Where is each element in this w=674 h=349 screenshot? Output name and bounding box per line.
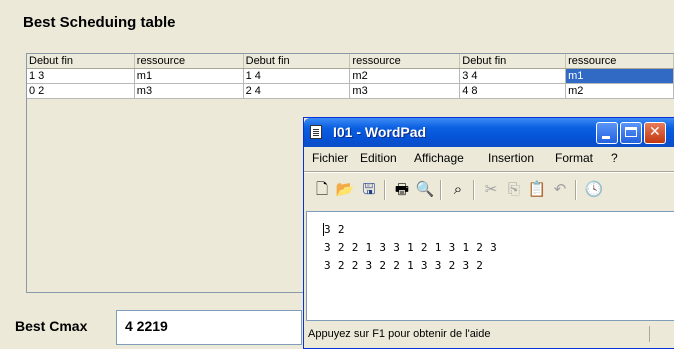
- wordpad-app-icon[interactable]: [310, 125, 322, 139]
- column-header[interactable]: Debut fin: [27, 54, 135, 69]
- toolbar-divider: [473, 180, 475, 200]
- table-cell[interactable]: 2 4: [243, 83, 351, 99]
- table-header-row: Debut fin ressource Debut fin ressource …: [27, 54, 674, 69]
- menu-separator: [304, 171, 674, 173]
- print-icon[interactable]: 🖶: [392, 179, 412, 199]
- wordpad-window[interactable]: I01 - WordPad Fichier Edition Affichage …: [303, 117, 674, 349]
- table-cell[interactable]: m2: [565, 83, 674, 99]
- wordpad-document[interactable]: 3 2 3 2 2 1 3 3 1 2 1 3 1 2 3 3 2 2 3 2 …: [306, 211, 674, 321]
- menu-format[interactable]: Format: [555, 151, 593, 165]
- document-line: 3 2 2 1 3 3 1 2 1 3 1 2 3: [324, 241, 498, 254]
- best-cmax-value: 4 2219: [125, 318, 168, 334]
- column-header[interactable]: Debut fin: [243, 54, 351, 69]
- table-cell[interactable]: m1: [134, 68, 244, 84]
- status-panel: [649, 326, 674, 342]
- menu-insertion[interactable]: Insertion: [488, 151, 534, 165]
- column-header[interactable]: ressource: [134, 54, 244, 69]
- table-cell[interactable]: m2: [349, 68, 461, 84]
- table-cell-selected[interactable]: m1: [565, 68, 674, 84]
- table-cell[interactable]: 3 4: [459, 68, 567, 84]
- copy-icon[interactable]: ⎘: [504, 179, 524, 199]
- wordpad-toolbar: 🗋 📂 🖫 🖶 🔍 ⌕ ✂ ⎘ 📋 ↶ 🕓: [304, 175, 674, 205]
- best-cmax-label: Best Cmax: [15, 318, 88, 334]
- paste-icon[interactable]: 📋: [527, 179, 547, 199]
- toolbar-divider: [440, 180, 442, 200]
- save-icon[interactable]: 🖫: [359, 179, 379, 199]
- page-title: Best Scheduing table: [23, 14, 176, 31]
- menu-edition[interactable]: Edition: [360, 151, 397, 165]
- wordpad-title-bar[interactable]: I01 - WordPad: [304, 118, 674, 147]
- table-row[interactable]: 0 2 m3 2 4 m3 4 8 m2: [27, 83, 674, 99]
- maximize-button[interactable]: [620, 122, 642, 144]
- wordpad-menu-bar: Fichier Edition Affichage Insertion Form…: [304, 148, 674, 168]
- menu-affichage[interactable]: Affichage: [414, 151, 464, 165]
- wordpad-title: I01 - WordPad: [333, 124, 427, 140]
- schedule-table[interactable]: Debut fin ressource Debut fin ressource …: [27, 54, 674, 99]
- column-header[interactable]: ressource: [349, 54, 461, 69]
- print-preview-icon[interactable]: 🔍: [415, 179, 435, 199]
- new-icon[interactable]: 🗋: [312, 179, 332, 199]
- table-row[interactable]: 1 3 m1 1 4 m2 3 4 m1: [27, 68, 674, 84]
- minimize-button[interactable]: [596, 122, 618, 144]
- toolbar-divider: [384, 180, 386, 200]
- status-text: Appuyez sur F1 pour obtenir de l'aide: [308, 328, 491, 340]
- column-header[interactable]: ressource: [565, 54, 674, 69]
- date-time-icon[interactable]: 🕓: [584, 179, 604, 199]
- find-icon[interactable]: ⌕: [448, 179, 468, 199]
- menu-help[interactable]: ?: [611, 151, 618, 165]
- table-cell[interactable]: 1 3: [27, 68, 135, 84]
- close-button[interactable]: [644, 122, 666, 144]
- table-cell[interactable]: m3: [134, 83, 244, 99]
- document-line: 3 2: [324, 223, 345, 236]
- table-cell[interactable]: 4 8: [459, 83, 567, 99]
- undo-icon[interactable]: ↶: [550, 179, 570, 199]
- table-cell[interactable]: 1 4: [243, 68, 351, 84]
- menu-fichier[interactable]: Fichier: [312, 151, 348, 165]
- column-header[interactable]: Debut fin: [459, 54, 567, 69]
- document-line: 3 2 2 3 2 2 1 3 3 2 3 2: [324, 259, 484, 272]
- toolbar-divider: [575, 180, 577, 200]
- table-cell[interactable]: 0 2: [27, 83, 135, 99]
- table-cell[interactable]: m3: [349, 83, 461, 99]
- wordpad-status-bar: Appuyez sur F1 pour obtenir de l'aide: [304, 324, 674, 344]
- cut-icon[interactable]: ✂: [481, 179, 501, 199]
- open-icon[interactable]: 📂: [335, 179, 355, 199]
